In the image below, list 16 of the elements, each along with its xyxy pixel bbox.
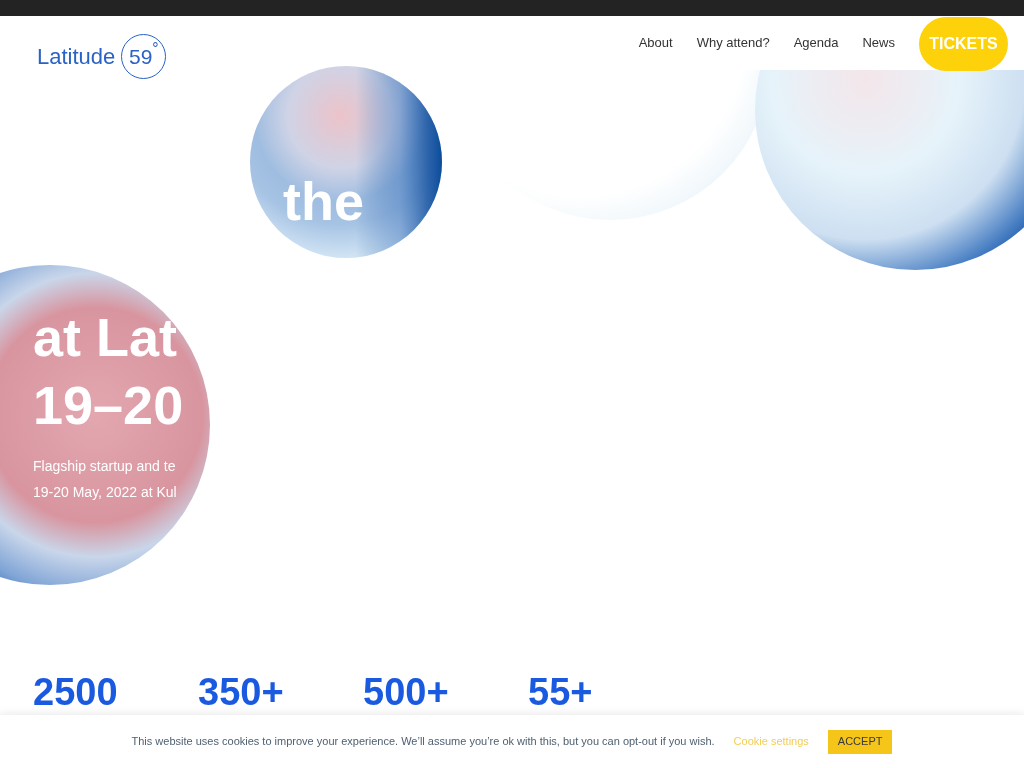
hero-heading: the (283, 170, 364, 233)
accept-button[interactable]: ACCEPT (827, 729, 893, 754)
nav-link[interactable]: Why attend? (696, 33, 770, 53)
hero-heading: 19–20 (33, 374, 184, 437)
hero-subtitle: Flagship startup and te (33, 457, 176, 476)
nav-link[interactable]: Agenda (793, 33, 839, 53)
nav-link[interactable]: About (638, 33, 673, 53)
logo[interactable]: Latitude 59$^{°}$ (37, 34, 167, 79)
hero-subtitle: 19-20 May, 2022 at Kul (33, 483, 177, 502)
stat-number: 350+ (198, 673, 284, 711)
stat-number: 500+ (363, 673, 449, 711)
stat-number: 2500 (33, 673, 118, 711)
cookie-message: This website uses cookies to improve your experience. We’ll assume you’re ok with this, but you can opt-out if you wish. (131, 734, 715, 750)
stat-number: 55+ (528, 673, 593, 711)
hero-heading: at Lat (33, 306, 178, 369)
nav-link[interactable]: News (862, 33, 895, 53)
